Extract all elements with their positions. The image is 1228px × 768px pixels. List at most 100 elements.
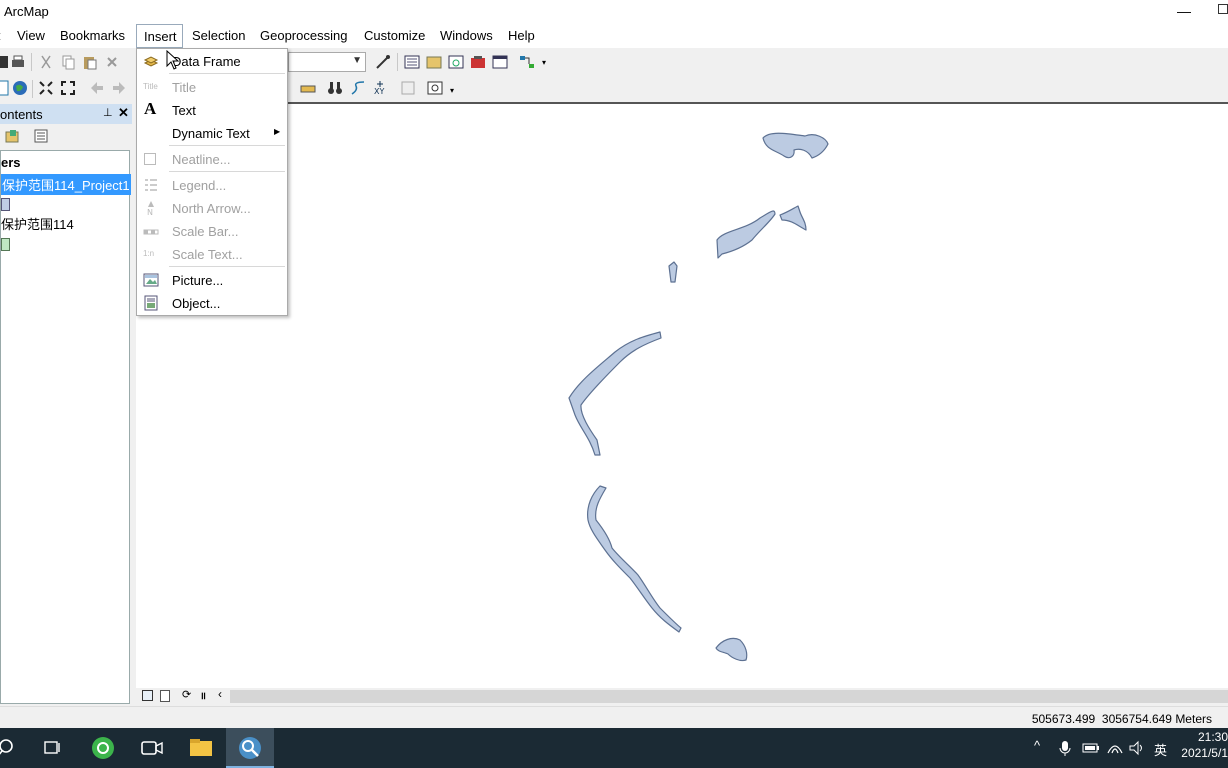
feature-polygon <box>779 205 807 231</box>
neatline-icon <box>144 153 156 165</box>
list-by-source-icon[interactable] <box>4 128 20 144</box>
feature-polygon <box>762 132 829 159</box>
refresh-icon[interactable]: ⟳ <box>182 688 191 701</box>
title-icon: Title <box>143 82 158 91</box>
menu-item-text[interactable]: A Text <box>137 99 287 121</box>
window-title: ArcMap <box>4 4 49 19</box>
find-route-icon[interactable] <box>350 80 366 96</box>
fixed-zoom-in-icon[interactable] <box>38 80 54 96</box>
camera-app-icon[interactable] <box>137 734 167 762</box>
menu-item-title: Title Title <box>137 76 287 98</box>
delete-icon[interactable] <box>104 54 120 70</box>
menu-item-label: Neatline... <box>172 152 231 167</box>
menu-bookmarks[interactable]: Bookmarks <box>60 28 125 43</box>
search-icon[interactable] <box>0 734 30 762</box>
html-popup-icon[interactable] <box>400 80 416 96</box>
catalog-window-icon[interactable] <box>426 54 442 70</box>
layer-item-114[interactable]: 保护范围114 <box>1 214 74 233</box>
layout-view-icon-small[interactable] <box>160 690 170 702</box>
back-arrow-icon[interactable] <box>89 80 105 96</box>
file-explorer-icon[interactable] <box>186 734 216 762</box>
menu-selection[interactable]: Selection <box>192 28 245 43</box>
layer1-symbol[interactable] <box>1 198 10 211</box>
picture-icon <box>143 273 159 287</box>
map-display[interactable] <box>136 102 1228 688</box>
toc-window-icon[interactable] <box>404 54 420 70</box>
horizontal-scrollbar[interactable] <box>230 690 1228 703</box>
paste-icon[interactable] <box>82 54 98 70</box>
modelbuilder-icon[interactable] <box>519 54 535 70</box>
north-arrow-icon: N <box>147 201 154 216</box>
menu-windows[interactable]: Windows <box>440 28 493 43</box>
taskbar-clock[interactable]: 21:30 2021/5/1 <box>1176 730 1228 760</box>
scale-combobox[interactable]: ▼ <box>288 52 366 72</box>
go-to-xy-icon[interactable]: XY <box>372 80 388 96</box>
submenu-arrow-icon: ▶ <box>274 127 281 136</box>
globe-icon[interactable] <box>12 80 28 96</box>
feature-polygon <box>568 331 662 456</box>
search-window-icon[interactable] <box>448 54 464 70</box>
map-features <box>568 132 829 662</box>
arctoolbox-icon[interactable] <box>470 54 486 70</box>
layout-view-icon[interactable] <box>0 80 10 96</box>
layer-item-project1[interactable]: 保护范围114_Project1 <box>1 174 131 195</box>
menu-item-label: Dynamic Text <box>172 126 250 141</box>
volume-icon[interactable] <box>1129 740 1145 756</box>
copy-icon[interactable] <box>60 54 76 70</box>
menu-view[interactable]: View <box>17 28 45 43</box>
menu-insert[interactable]: Insert <box>136 24 183 48</box>
menu-help[interactable]: Help <box>508 28 535 43</box>
layer2-symbol[interactable] <box>1 238 10 251</box>
feature-polygon <box>587 485 682 633</box>
toolbar-overflow-icon[interactable]: ▾ <box>542 58 546 67</box>
arcmap-taskbar-button[interactable] <box>226 728 274 768</box>
menu-customize[interactable]: Customize <box>364 28 425 43</box>
menu-item-label: Object... <box>172 296 221 311</box>
menu-item-label: Picture... <box>172 273 224 288</box>
svg-text:N: N <box>147 208 153 216</box>
full-extent-icon[interactable] <box>60 80 76 96</box>
data-frame-icon <box>143 56 159 67</box>
find-binoculars-icon[interactable] <box>327 80 343 96</box>
wifi-icon[interactable] <box>1107 739 1123 755</box>
menu-item-object[interactable]: Object... <box>137 292 287 314</box>
arcmap-icon <box>239 737 261 759</box>
cut-icon[interactable] <box>38 54 54 70</box>
layers-header[interactable]: ers <box>1 155 21 170</box>
python-window-icon[interactable] <box>492 54 508 70</box>
menu-item-data-frame[interactable]: Data Frame <box>137 50 287 72</box>
toc-layer-list: ers 保护范围114_Project1 保护范围114 <box>0 150 131 704</box>
menu-item-picture[interactable]: Picture... <box>137 269 287 291</box>
print-icon[interactable] <box>10 54 26 70</box>
ime-indicator[interactable]: 英 <box>1154 740 1167 759</box>
editor-toolbar-icon[interactable] <box>375 54 391 70</box>
feature-polygon <box>716 210 776 259</box>
show-hidden-icons-icon[interactable]: ^ <box>1034 738 1040 753</box>
pin-icon[interactable]: ⊥ <box>103 106 113 119</box>
battery-icon[interactable] <box>1082 742 1100 754</box>
create-viewer-icon[interactable] <box>427 80 443 96</box>
close-icon[interactable]: ✕ <box>118 105 129 121</box>
menu-file-fragment[interactable]: ː <box>0 28 2 43</box>
menu-item-dynamic-text[interactable]: Dynamic Text ▶ <box>137 122 287 144</box>
scroll-left-icon[interactable]: ‹ <box>218 687 222 701</box>
toolbar2-overflow-icon[interactable]: ▾ <box>450 86 454 95</box>
menu-item-legend: Legend... <box>137 174 287 196</box>
insert-menu-dropdown: Data Frame Title Title A Text Dynamic Te… <box>136 48 288 316</box>
task-view-icon[interactable] <box>38 734 68 762</box>
forward-arrow-icon[interactable] <box>111 80 127 96</box>
minimize-icon[interactable]: — <box>1176 0 1192 24</box>
data-view-icon[interactable] <box>142 690 153 701</box>
menu-item-scale-bar: Scale Bar... <box>137 220 287 242</box>
microphone-icon[interactable] <box>1058 740 1072 756</box>
list-by-selection-icon[interactable] <box>33 128 49 144</box>
menu-geoprocessing[interactable]: Geoprocessing <box>260 28 347 43</box>
maximize-icon[interactable] <box>1218 4 1228 14</box>
toc-title-bar: ontents ⊥ ✕ <box>0 104 132 124</box>
save-icon[interactable] <box>0 54 10 70</box>
pause-drawing-icon[interactable]: ॥ <box>200 688 206 702</box>
coord-y: 3056754.649 Meters <box>1101 712 1212 726</box>
app-360-icon[interactable] <box>88 734 118 762</box>
measure-icon[interactable] <box>300 80 316 96</box>
object-icon <box>144 295 158 311</box>
